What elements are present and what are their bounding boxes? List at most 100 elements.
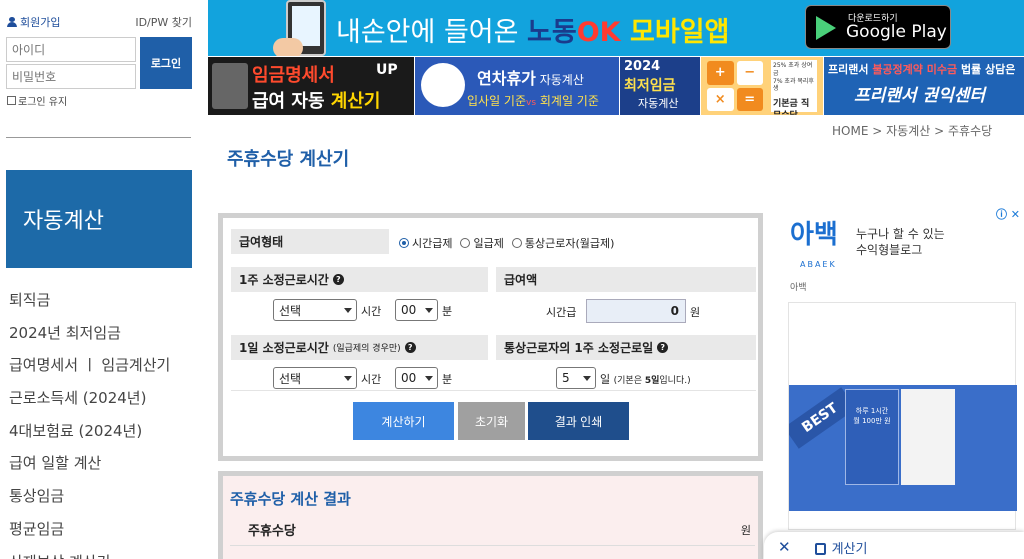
ad5-line1c: 법률 상담은 <box>957 63 1016 76</box>
chevron-down-icon <box>425 376 433 381</box>
keep-login[interactable]: 로그인 유지 <box>7 93 67 108</box>
calculator-form: 급여형태 시간급제 일급제 통상근로자(월급제) 1주 소정근로시간? 급여액 … <box>218 213 763 461</box>
right-ad[interactable]: ⓘ ✕ 아백 ABAEK 누구나 할 수 있는 수익형블로그 아백 BEST 하… <box>786 204 1024 559</box>
chevron-down-icon <box>344 308 352 313</box>
hour-unit: 시간 <box>361 305 382 318</box>
ad2-sub: 입사일 기준vs 회계일 기준 <box>467 92 599 109</box>
ad1-line2: 급여 자동 계산기 <box>252 87 380 113</box>
radio-dot[interactable] <box>399 238 409 248</box>
abaek-text2: 수익형블로그 <box>856 243 923 257</box>
signup-link[interactable]: 회원가입 <box>7 14 60 30</box>
daily-minutes-select[interactable]: 00 <box>395 367 438 389</box>
weekly-days-text: 통상근로자의 1주 소정근로일 <box>504 341 654 355</box>
signup-label: 회원가입 <box>20 16 61 29</box>
help-icon[interactable]: ? <box>332 274 344 285</box>
days-note: (기본은 <box>613 376 645 386</box>
form-divider <box>231 390 756 391</box>
sidebar-item-minimum-wage[interactable]: 2024년 최저임금 <box>9 317 170 350</box>
daily-hours-label: 1일 소정근로시간 (일급제의 경우만)? <box>231 335 488 360</box>
radio-dot[interactable] <box>460 238 471 248</box>
user-icon <box>7 17 17 27</box>
calculate-button[interactable]: 계산하기 <box>353 402 454 440</box>
sidebar-item-accident-comp[interactable]: 산재보상 계산기 <box>9 546 170 559</box>
hand-image <box>273 38 303 56</box>
radio-dot[interactable] <box>511 238 522 248</box>
weekly-hours-text: 1주 소정근로시간 <box>239 273 329 287</box>
ad-freelancer[interactable]: 프리랜서 불공정계약 미수금 법률 상담은 프리랜서 권익센터 <box>824 57 1024 115</box>
days-note-bold: 5일 <box>644 376 660 386</box>
ad2-title-main: 연차휴가 <box>477 69 536 88</box>
ad-minimum-wage[interactable]: 2024 최저임금 자동계산 <box>620 57 700 115</box>
radio-monthly-label: 통상근로자(월급제) <box>524 237 615 250</box>
calculator-link-label: 계산기 <box>831 541 868 557</box>
daily-minutes-value: 00 <box>401 371 417 385</box>
calculator-keys: + − × = <box>707 61 763 111</box>
weekly-minutes-select[interactable]: 00 <box>395 299 438 321</box>
sidebar-item-average-wage[interactable]: 평균임금 <box>9 513 170 546</box>
id-input[interactable] <box>6 37 136 62</box>
times-key: × <box>707 87 734 111</box>
abaek-name: 아백 <box>790 283 807 293</box>
ad1-line2a: 급여 자동 <box>252 91 331 112</box>
ad1-line2b: 계산기 <box>330 91 381 112</box>
ad4-paper-mid: 7% 초과 복리후생 <box>773 77 814 93</box>
auto-calc-banner[interactable]: 자동계산 <box>6 170 192 268</box>
breadcrumb-home[interactable]: HOME <box>832 124 868 138</box>
weekly-hours-label: 1주 소정근로시간? <box>231 267 488 292</box>
bag-icon <box>814 542 826 555</box>
daily-hours-select[interactable]: 선택 <box>273 367 357 389</box>
ad2-title: 연차휴가 자동계산 <box>477 65 584 89</box>
reset-button[interactable]: 초기화 <box>458 402 525 440</box>
amount-label: 급여액 <box>496 267 756 292</box>
minute-unit: 분 <box>442 305 453 318</box>
ad-calculator[interactable]: + − × = 25% 초과 상여금 7% 초과 복리후생 기본금 직무수당 <box>701 57 823 115</box>
ad5-line1a: 프리랜서 <box>828 63 873 76</box>
sidebar-item-income-tax[interactable]: 근로소득세 (2024년) <box>9 382 170 415</box>
ad-payslip[interactable]: 임금명세서 UP 급여 자동 계산기 <box>208 57 414 115</box>
radio-hourly[interactable]: 시간급제 <box>399 235 452 251</box>
chevron-down-icon <box>425 308 433 313</box>
help-icon[interactable]: ? <box>657 342 669 353</box>
mobile-app-banner[interactable]: 내손안에 들어온 노동OK 모바일앱 다운로드하기 Google Play <box>208 0 1024 56</box>
close-icon[interactable]: ✕ <box>778 538 791 556</box>
minute-unit: 분 <box>442 373 453 386</box>
ad3-title: 최저임금 <box>624 78 676 94</box>
floating-calculator-bar[interactable]: ✕ 계산기 <box>764 532 1024 559</box>
pay-type-label: 급여형태 <box>231 229 389 254</box>
breadcrumb-sep: > <box>872 124 883 138</box>
calculator-link[interactable]: 계산기 <box>814 538 868 557</box>
ad2-title-sub: 자동계산 <box>535 73 584 87</box>
sidebar-item-daily-pay[interactable]: 급여 일할 계산 <box>9 447 170 480</box>
result-unit: 원 <box>740 524 751 537</box>
abaek-sub: ABAEK <box>800 260 837 269</box>
google-play-badge[interactable]: 다운로드하기 Google Play <box>805 5 951 49</box>
chevron-down-icon <box>344 376 352 381</box>
weekly-hours-select[interactable]: 선택 <box>273 299 357 321</box>
book-page <box>901 389 955 485</box>
abaek-text: 누구나 할 수 있는 수익형블로그 <box>856 226 945 258</box>
keep-login-checkbox[interactable] <box>7 96 16 105</box>
sidebar-item-ordinary-wage[interactable]: 통상임금 <box>9 480 170 513</box>
hourly-amount-input[interactable]: 0 <box>586 299 686 323</box>
days-note-end: 입니다.) <box>659 376 691 386</box>
radio-monthly[interactable]: 통상근로자(월급제) <box>511 235 615 251</box>
help-icon[interactable]: ? <box>404 342 416 353</box>
breadcrumb-auto-calc[interactable]: 자동계산 <box>886 124 930 138</box>
find-id-pw-link[interactable]: ID/PW 찾기 <box>135 14 192 30</box>
sidebar-item-payslip[interactable]: 급여명세서 ㅣ 임금계산기 <box>9 349 170 382</box>
password-input[interactable] <box>6 64 136 89</box>
print-result-button[interactable]: 결과 인쇄 <box>528 402 629 440</box>
page-title: 주휴수당 계산기 <box>227 149 350 170</box>
book-line1: 하루 1시간 <box>855 407 889 415</box>
weekly-days-select[interactable]: 5 <box>556 367 596 389</box>
ad-card[interactable]: BEST 하루 1시간 월 100만 원 <box>788 302 1017 530</box>
banner-text-pre: 내손안에 들어온 <box>336 17 528 48</box>
sidebar-item-severance[interactable]: 퇴직금 <box>9 284 170 317</box>
ad-annual-leave[interactable]: 연차휴가 자동계산 입사일 기준vs 회계일 기준 <box>415 57 619 115</box>
radio-daily[interactable]: 일급제 <box>460 235 504 251</box>
login-button[interactable]: 로그인 <box>140 37 192 89</box>
sidebar-item-insurance[interactable]: 4대보험료 (2024년) <box>9 415 170 448</box>
amount-text: 급여액 <box>504 273 538 287</box>
ad4-paper-bold: 기본금 직무수당 <box>773 99 810 115</box>
adchoices-icon[interactable]: ⓘ ✕ <box>996 206 1020 222</box>
